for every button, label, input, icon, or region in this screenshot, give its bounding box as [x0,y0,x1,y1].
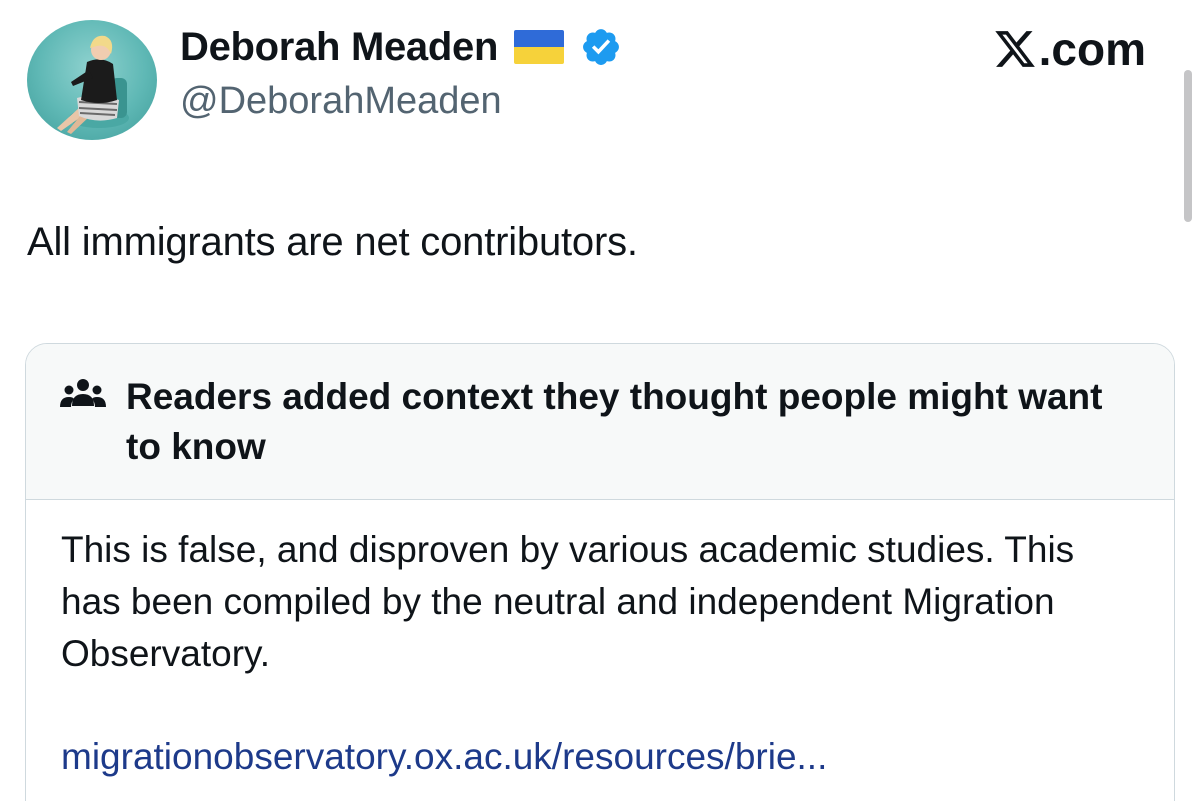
avatar-photo [57,35,129,134]
display-name[interactable]: Deborah Meaden [180,25,498,70]
tweet-text: All immigrants are net contributors. [27,220,638,264]
author-name-row: Deborah Meaden [180,22,622,72]
x-brand-watermark: .com [993,22,1146,76]
community-note-header: Readers added context they thought peopl… [26,344,1174,500]
tweet-screenshot: Deborah Meaden @DeborahMeaden .com All i… [0,0,1200,801]
scrollbar[interactable] [1184,70,1192,222]
author-handle[interactable]: @DeborahMeaden [180,80,502,123]
ukraine-flag-icon [514,30,565,64]
people-group-icon [60,379,106,407]
avatar[interactable] [27,20,157,140]
community-note: Readers added context they thought peopl… [25,343,1175,801]
community-note-body: This is false, and disproven by various … [61,529,1075,674]
verified-badge-icon[interactable] [580,26,622,68]
community-note-source-link[interactable]: migrationobservatory.ox.ac.uk/resources/… [61,736,827,778]
brand-label: .com [1038,23,1146,75]
community-note-title: Readers added context they thought peopl… [126,376,1103,467]
x-logo-icon [994,31,1035,67]
